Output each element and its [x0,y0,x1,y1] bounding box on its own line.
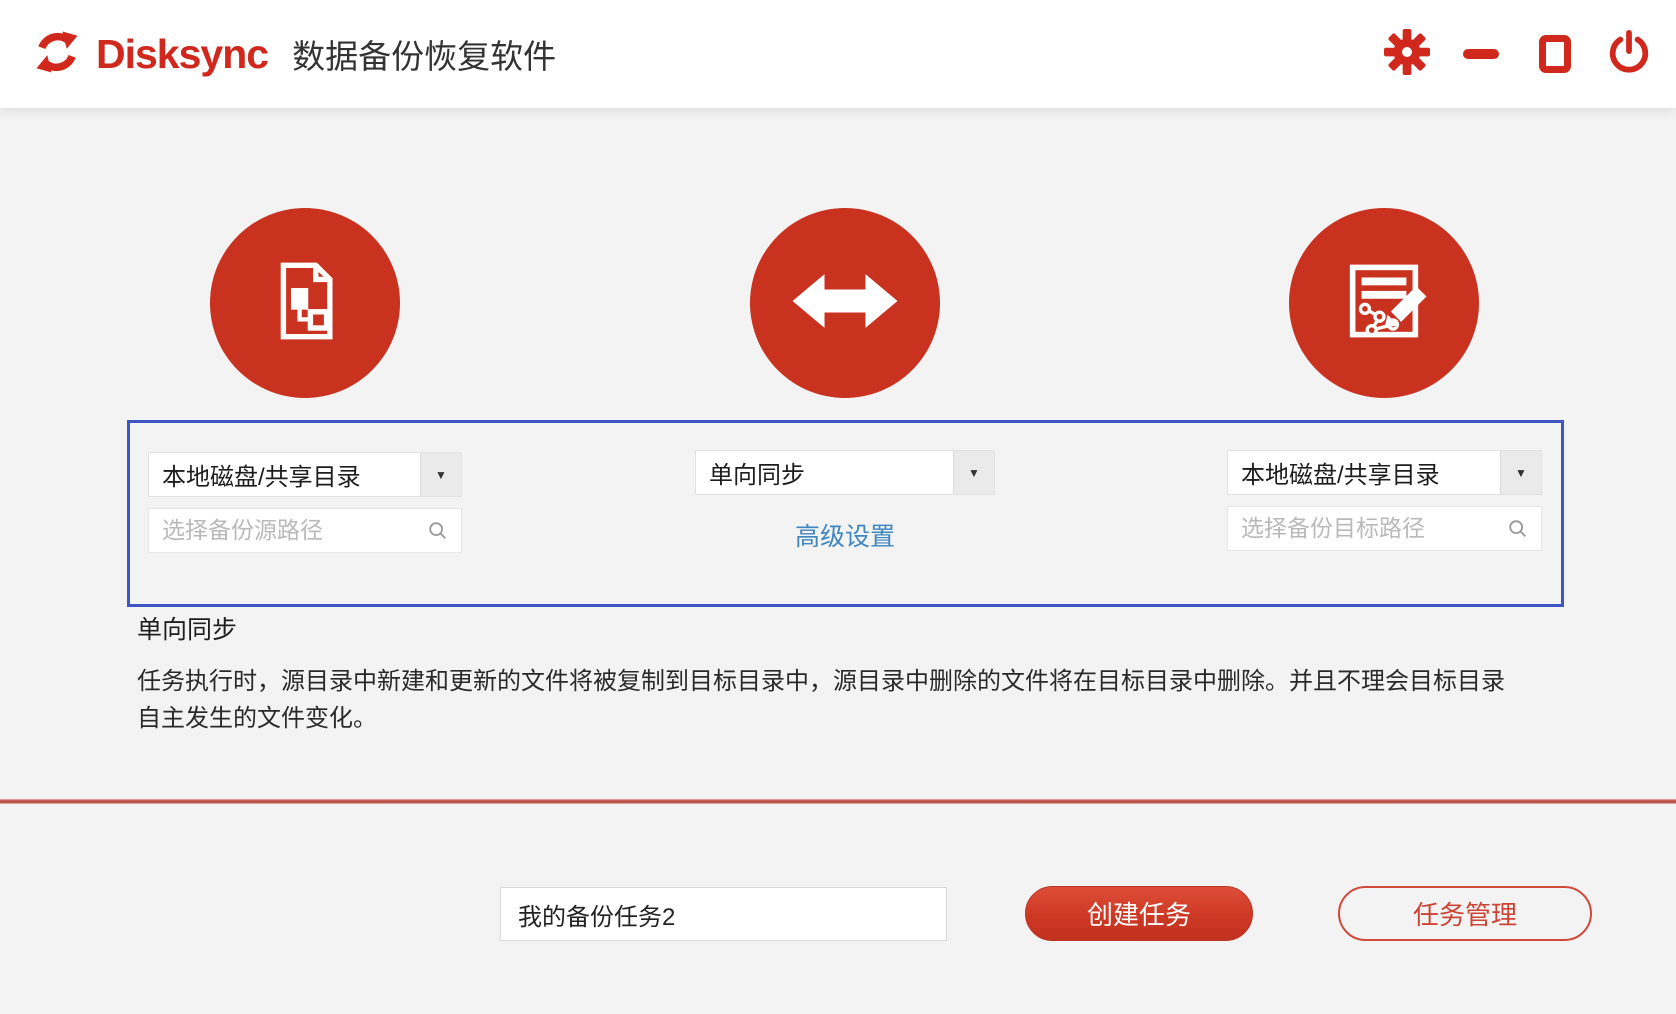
chevron-down-icon: ▼ [968,465,980,480]
sync-mode-circle [750,208,940,398]
source-type-select[interactable]: 本地磁盘/共享目录 ▼ [148,452,462,497]
target-type-dropdown-button[interactable]: ▼ [1500,451,1541,494]
target-type-select[interactable]: 本地磁盘/共享目录 ▼ [1227,450,1542,495]
title-bar: Disksync 数据备份恢复软件 [0,0,1676,108]
target-path-input[interactable] [1228,515,1507,542]
sync-mode-dropdown-button[interactable]: ▼ [953,451,994,494]
target-path-field [1227,506,1542,551]
minimize-icon [1463,49,1499,59]
source-type-value: 本地磁盘/共享目录 [162,464,361,491]
sync-mode-value: 单向同步 [709,462,805,489]
maximize-icon [1539,35,1571,73]
target-type-value: 本地磁盘/共享目录 [1241,462,1440,489]
window-controls [1384,0,1652,108]
sync-mode-label: 单向同步 [137,616,238,644]
sync-mode-description: 任务执行时，源目录中新建和更新的文件将被复制到目标目录中，源目录中删除的文件将在… [137,663,1505,737]
target-circle [1289,208,1479,398]
gear-icon [1384,28,1430,80]
source-type-dropdown-button[interactable]: ▼ [420,453,461,496]
document-flow-icon [251,247,359,360]
source-path-field [148,508,462,553]
power-icon [1606,29,1652,80]
description-line-1: 任务执行时，源目录中新建和更新的文件将被复制到目标目录中，源目录中删除的文件将在… [137,668,1505,695]
source-circle [210,208,400,398]
description-line-2: 自主发生的文件变化。 [137,705,377,732]
app-window: Disksync 数据备份恢复软件 本地磁盘/共享目录 ▼ 选择备份源路径 单向… [0,0,1676,1014]
edit-report-icon [1328,245,1440,362]
minimize-button[interactable] [1458,31,1504,77]
create-task-button[interactable]: 创建任务 [1025,886,1253,941]
search-icon[interactable] [427,520,449,542]
advanced-settings-link[interactable]: 高级设置 [695,517,995,553]
two-way-arrow-icon [781,237,909,370]
app-title: 数据备份恢复软件 [292,38,557,75]
settings-button[interactable] [1384,28,1430,80]
close-button[interactable] [1606,29,1652,80]
manage-tasks-button[interactable]: 任务管理 [1338,886,1592,941]
chevron-down-icon: ▼ [1515,465,1527,480]
brand-name: Disksync [96,30,269,77]
task-name-input[interactable] [500,887,947,941]
chevron-down-icon: ▼ [435,467,447,482]
sync-logo-icon [30,25,84,84]
app-logo: Disksync 数据备份恢复软件 [30,25,556,84]
maximize-button[interactable] [1532,31,1578,77]
search-icon[interactable] [1507,518,1529,540]
sync-mode-select[interactable]: 单向同步 ▼ [695,450,995,495]
section-divider [0,799,1676,804]
source-path-input[interactable] [149,517,427,544]
